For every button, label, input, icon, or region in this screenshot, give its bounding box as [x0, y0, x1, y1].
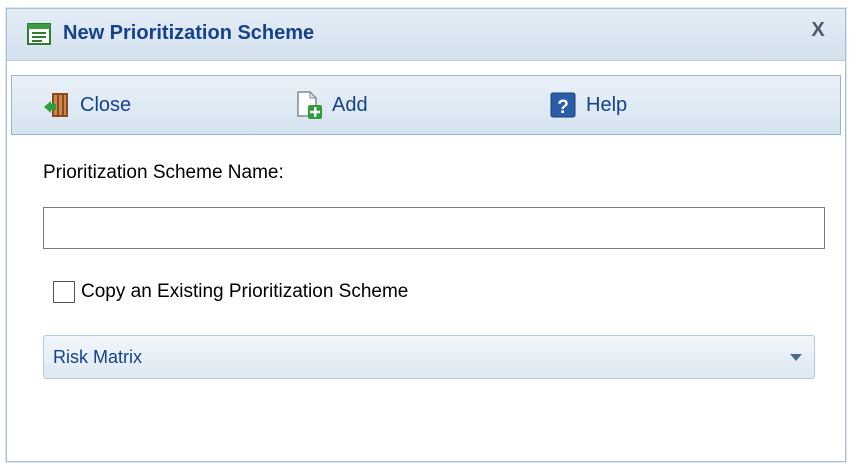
add-document-icon	[297, 90, 322, 119]
add-button-label: Add	[332, 93, 368, 116]
existing-scheme-dropdown[interactable]: Risk Matrix	[43, 335, 815, 379]
dialog-window: New Prioritization Scheme X Close Add ? …	[6, 8, 846, 462]
copy-existing-checkbox[interactable]	[53, 281, 75, 303]
svg-text:?: ?	[557, 97, 569, 118]
toolbar: Close Add ? Help	[11, 75, 841, 135]
help-icon: ?	[550, 92, 576, 118]
close-button[interactable]: Close	[42, 76, 131, 134]
add-button[interactable]: Add	[294, 76, 368, 134]
form-icon	[27, 23, 51, 45]
help-button[interactable]: ? Help	[548, 76, 627, 134]
copy-existing-checkbox-row[interactable]: Copy an Existing Prioritization Scheme	[53, 281, 408, 303]
dialog-title: New Prioritization Scheme	[63, 22, 315, 44]
close-button-label: Close	[80, 93, 132, 116]
dialog-close-icon[interactable]: X	[807, 19, 829, 41]
dialog-titlebar: New Prioritization Scheme X	[7, 9, 845, 61]
scheme-name-label: Prioritization Scheme Name:	[43, 162, 284, 183]
scheme-name-input[interactable]	[43, 207, 825, 249]
copy-existing-label[interactable]: Copy an Existing Prioritization Scheme	[81, 281, 408, 303]
help-button-label: Help	[586, 93, 628, 116]
chevron-down-icon[interactable]	[790, 354, 802, 361]
exit-door-icon	[44, 93, 68, 117]
dropdown-selected-value: Risk Matrix	[53, 347, 142, 367]
